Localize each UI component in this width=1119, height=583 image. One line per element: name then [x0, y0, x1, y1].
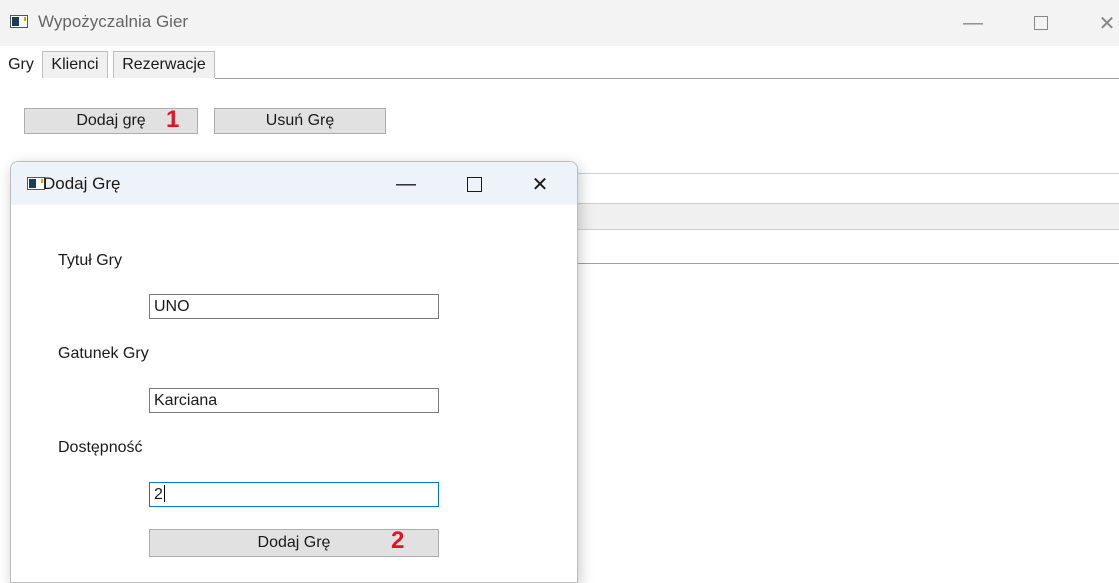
dialog-titlebar[interactable]: Dodaj Grę — ✕	[11, 162, 577, 205]
minimize-icon: —	[396, 172, 416, 195]
maximize-icon	[1034, 16, 1048, 30]
grid-header-row	[575, 203, 1119, 230]
main-titlebar[interactable]: Wypożyczalnia Gier — ✕	[0, 0, 1119, 46]
title-input[interactable]: UNO	[149, 294, 439, 319]
genre-label: Gatunek Gry	[58, 345, 149, 362]
title-label: Tytuł Gry	[58, 252, 123, 269]
window-title: Wypożyczalnia Gier	[38, 12, 189, 31]
minimize-icon: —	[963, 11, 983, 34]
maximize-icon	[466, 176, 482, 192]
tab-divider	[215, 78, 1119, 79]
add-game-dialog: Dodaj Grę — ✕ Tytuł Gry UNO Gatunek Gry …	[10, 161, 578, 583]
availability-input[interactable]: 2	[149, 482, 439, 507]
availability-label: Dostępność	[58, 439, 143, 456]
close-icon: ✕	[1098, 12, 1116, 35]
genre-input[interactable]: Karciana	[149, 388, 439, 413]
minimize-button[interactable]: —	[958, 8, 988, 38]
close-icon: ✕	[531, 173, 549, 196]
add-game-label: Dodaj grę	[76, 112, 146, 129]
maximize-button[interactable]	[1026, 8, 1056, 38]
grid-border-top	[575, 173, 1119, 174]
dialog-close-button[interactable]: ✕	[525, 170, 555, 198]
tab-rezerwacje[interactable]: Rezerwacje	[113, 51, 215, 78]
close-button[interactable]: ✕	[1092, 8, 1119, 38]
grid-border-bottom	[575, 263, 1119, 264]
submit-label: Dodaj Grę	[257, 534, 331, 551]
text-caret	[163, 485, 165, 502]
dialog-minimize-button[interactable]: —	[391, 170, 421, 198]
remove-game-button[interactable]: Usuń Grę	[214, 108, 386, 134]
step-badge-2: 2	[391, 527, 405, 554]
step-badge-1: 1	[166, 106, 180, 133]
title-input-value: UNO	[154, 298, 190, 315]
availability-input-value: 2	[154, 486, 163, 503]
tab-gry[interactable]: Gry	[0, 51, 42, 78]
genre-input-value: Karciana	[154, 392, 218, 409]
app-icon	[10, 15, 28, 28]
dialog-title: Dodaj Grę	[43, 174, 121, 193]
tab-klienci[interactable]: Klienci	[42, 51, 108, 78]
dialog-maximize-button[interactable]	[459, 170, 489, 198]
